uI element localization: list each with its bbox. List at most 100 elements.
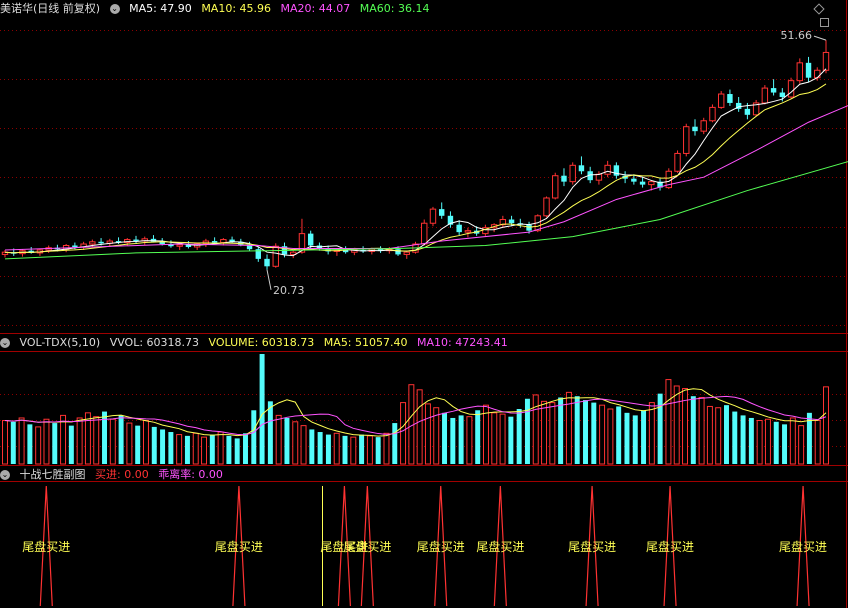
candle-up [464,230,472,233]
volume-bar-up [823,386,829,465]
candle-up [552,175,559,199]
volume-bar-up [756,420,763,465]
volume-bar-up [814,420,821,465]
volume-bar-up [18,417,25,465]
volume-bar-up [565,391,572,465]
volume-bar-down [450,417,456,464]
buy-signal-label: 尾盘买进 [343,539,391,554]
volume-bar-down [243,433,248,464]
candle-down [779,92,786,97]
candle-up [648,181,655,186]
buy-signal-label: 尾盘买进 [417,539,465,554]
candle-down [727,94,733,103]
volume-bar-down [508,416,514,464]
volume-bar-down [624,412,630,464]
volume-bar-up [416,389,423,465]
volume-bar-down [632,415,638,464]
volume-bar-down [267,401,273,464]
volume-bar-down [583,400,588,464]
volume-bar-down [226,435,232,464]
candle-up [403,251,410,255]
volume-bar-down [524,398,530,464]
volume-bar-down [740,415,746,464]
volume-bar-up [673,385,680,465]
buy-signal-label: 尾盘买进 [646,539,694,554]
candle-up [569,164,576,183]
volume-bar-up [275,414,282,465]
candle-down [578,165,585,172]
candle-up [822,51,830,71]
candle-up [543,197,550,217]
volume-bar-down [342,435,348,464]
candle-up [709,106,716,122]
volume-bar-down [309,429,315,464]
candle-up [595,173,603,181]
high-marker-line [813,35,827,41]
candle-up [700,120,707,132]
buy-signal-label: 尾盘买进 [779,539,827,554]
volume-bar-up [706,405,713,465]
candle-down [508,219,515,224]
volume-bar-down [284,417,290,464]
candle-down [631,178,637,182]
volume-bar-down [574,396,580,464]
volume-bar-down [723,405,729,464]
volume-bar-down [52,423,58,464]
volume-bar-up [599,404,606,465]
candle-down [72,245,78,247]
candle-down [264,258,270,267]
volume-bar-up [764,418,771,465]
volume-bar-down [317,432,323,464]
volume-bar-down [325,434,331,464]
volume-bar-down [732,411,738,464]
volume-bar-up [366,435,373,465]
volume-bar-up [292,421,299,465]
volume-bar-up [333,432,340,465]
volume-bar-down [251,410,257,464]
candle-down [211,241,218,243]
volume-bar-up [60,414,67,465]
volume-bar-down [641,410,647,464]
volume-bar-up [35,426,42,465]
candle-up [796,62,804,82]
volume-bar-up [483,404,489,465]
volume-bar-up [424,403,431,465]
candle-up [604,164,611,175]
stock-chart[interactable]: 51.6620.73尾盘买进 尾盘买进 尾盘买进尾盘买进 尾盘买进 尾盘买进 尾盘买进 尾盘… [0,0,848,608]
volume-bar-down [773,421,779,464]
volume-bar-up [491,412,498,465]
volume-bar-down [657,393,663,464]
candle-up [674,152,681,172]
volume-bar-down [68,425,74,464]
candle-down [438,209,445,216]
candle-down [770,88,777,93]
volume-bar-up [499,413,506,465]
volume-bar-up [217,431,224,465]
candle-up [761,87,769,104]
volume-bar-down [516,409,522,464]
volume-bar-up [798,425,805,465]
buy-signal-label: 尾盘买进 [568,539,616,554]
candle-down [98,241,104,244]
high-marker: 51.66 [781,29,813,42]
volume-bar-down [259,354,265,464]
volume-bar-down [135,425,141,464]
volume-bar-up [715,407,722,465]
volume-bar-down [375,437,381,464]
candle-up [272,245,279,267]
volume-bar-down [458,415,464,464]
volume-bar-up [466,416,473,465]
candle-down [692,126,698,132]
candle-up [814,69,821,79]
volume-bar-down [748,417,754,464]
volume-bar-up [607,408,614,465]
volume-bar-up [201,436,208,465]
volume-bar-up [648,402,655,465]
volume-bar-down [558,397,564,464]
volume-bar-up [665,379,672,465]
candle-up [787,80,795,98]
volume-bar-up [176,434,183,465]
volume-bar-down [151,426,157,464]
volume-bar-up [93,416,100,465]
candle-down [395,249,401,255]
